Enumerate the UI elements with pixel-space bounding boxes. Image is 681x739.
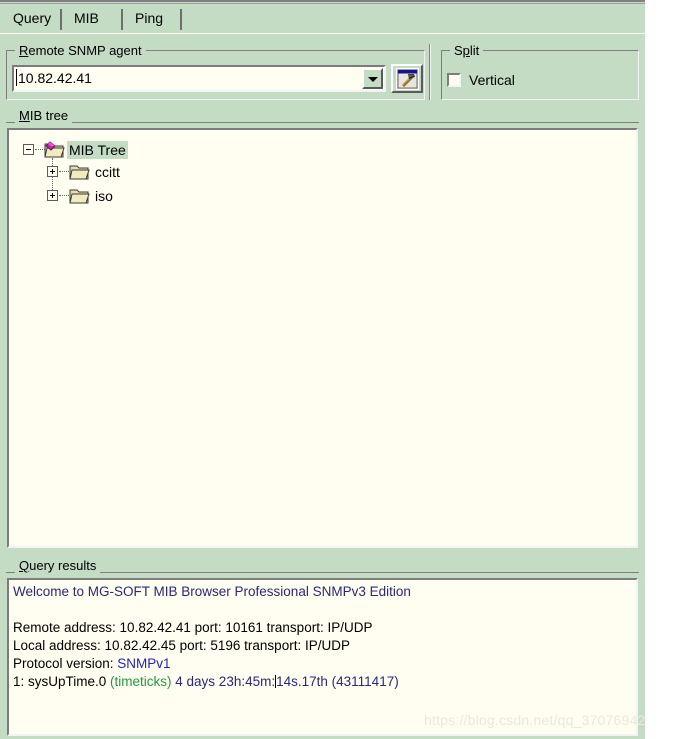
tab-separator-1: [60, 9, 62, 30]
remote-agent-dropdown-button[interactable]: [362, 68, 383, 89]
query-results-segment: Welcome to MG-SOFT MIB Browser Professio…: [13, 584, 411, 599]
query-results-line: Welcome to MG-SOFT MIB Browser Professio…: [13, 583, 634, 601]
expand-expander-icon[interactable]: [47, 190, 58, 201]
tree-node-label[interactable]: ccitt: [93, 163, 122, 181]
query-results-segment: Remote address: 10.82.42.41 port: 10161 …: [13, 620, 373, 635]
mib-root-folder-icon: [43, 140, 65, 162]
tab-strip-underline: [0, 33, 645, 34]
query-results-line: Remote address: 10.82.42.41 port: 10161 …: [13, 619, 634, 637]
query-results-line: Local address: 10.82.42.45 port: 5196 tr…: [13, 637, 634, 655]
tab-bar: Query MIB Ping: [0, 6, 645, 34]
vertical-split-label: Vertical: [469, 72, 515, 88]
tab-query[interactable]: Query: [4, 6, 60, 30]
query-results-segment: Protocol version:: [13, 656, 118, 671]
text-caret: [16, 69, 17, 86]
tree-node-label[interactable]: MIB Tree: [67, 141, 128, 159]
query-results-line: [13, 601, 634, 619]
query-results-segment: 1: sysUpTime.0: [13, 674, 111, 689]
watermark-text: https://blog.csdn.net/qq_37076942: [424, 712, 646, 728]
folder-icon: [69, 163, 90, 184]
tab-mib[interactable]: MIB: [65, 6, 108, 30]
split-label: Split: [450, 43, 484, 58]
remote-agent-combobox[interactable]: 10.82.42.41: [12, 65, 386, 92]
remote-snmp-agent-label: Remote SNMP agent: [15, 43, 146, 58]
query-results-segment: (timeticks): [110, 674, 172, 689]
tab-ping[interactable]: Ping: [126, 6, 172, 30]
tree-node-label[interactable]: iso: [93, 187, 115, 205]
query-results-group-top-rule: [6, 572, 639, 573]
window-top-border: [0, 0, 645, 2]
mib-tree-group-top-rule: [6, 122, 639, 123]
collapse-expander-icon[interactable]: [23, 144, 34, 155]
group-vertical-separator: [429, 44, 431, 100]
query-results-segment: 4 days 23h:45m:: [171, 674, 276, 689]
query-results-line: 1: sysUpTime.0 (timeticks) 4 days 23h:45…: [13, 673, 634, 691]
tab-separator-2: [121, 9, 123, 30]
vertical-split-checkbox[interactable]: [447, 73, 461, 87]
query-results-text: Welcome to MG-SOFT MIB Browser Professio…: [13, 583, 634, 691]
expand-expander-icon[interactable]: [47, 166, 58, 177]
chevron-down-icon: [368, 77, 378, 82]
query-results-segment: Local address: 10.82.42.45 port: 5196 tr…: [13, 638, 350, 653]
mib-tree-label: MIB tree: [15, 108, 73, 123]
query-results-segment: SNMPv1: [117, 656, 171, 671]
mib-tree-view[interactable]: MIB Tree ccitt iso: [7, 128, 638, 548]
remote-agent-input[interactable]: 10.82.42.41: [18, 70, 92, 86]
hammer-tool-icon: [396, 68, 419, 95]
mib-browser-window: Query MIB Ping Remote SNMP agent 10.82.4…: [0, 0, 645, 739]
query-results-line: Protocol version: SNMPv1: [13, 655, 634, 673]
query-results-label: Query results: [15, 558, 101, 573]
folder-icon: [69, 187, 90, 208]
agent-properties-button[interactable]: [391, 64, 423, 93]
window-top-border-shadow: [0, 3, 645, 4]
query-results-segment: 14s.17th (43111417): [276, 674, 399, 689]
tab-separator-3: [180, 9, 182, 30]
